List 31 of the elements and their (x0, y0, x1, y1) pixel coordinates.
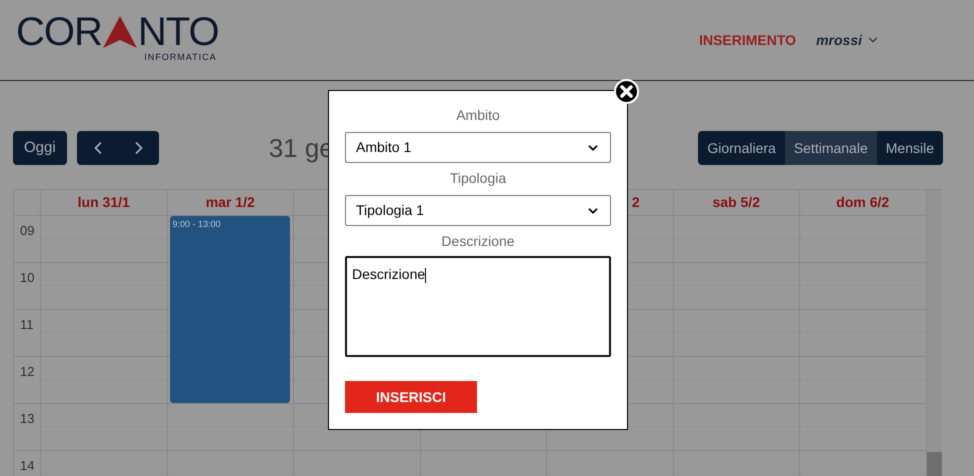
today-button[interactable]: Oggi (13, 131, 67, 165)
logo-triangle-icon (102, 16, 137, 48)
submit-button[interactable]: INSERISCI (345, 381, 477, 413)
hour-label: 12 (20, 364, 34, 379)
hour-label: 13 (20, 411, 34, 426)
field-label: Tipologia (450, 169, 506, 188)
logo-subtitle: INFORMATICA (144, 51, 217, 64)
hour-label: 09 (20, 223, 34, 238)
field-label: Ambito (456, 106, 500, 125)
user-menu[interactable]: mrossi (816, 30, 880, 50)
logo-text: NTO (138, 12, 219, 52)
event-time: 9:00 - 13:00 (172, 218, 222, 231)
select-field[interactable]: Ambito 1 (345, 132, 611, 163)
day-header: lun 31/1 (78, 193, 130, 212)
logo-text: COR (16, 12, 102, 52)
field-label: Descrizione (441, 232, 515, 251)
textarea-field[interactable]: Descrizione (345, 256, 611, 357)
select-field[interactable]: Tipologia 1 (345, 195, 611, 226)
hour-label: 14 (20, 458, 34, 473)
view-tab[interactable]: Mensile (876, 131, 943, 165)
hour-label: 11 (20, 317, 34, 332)
calendar-event[interactable]: 9:00 - 13:00 (170, 216, 290, 403)
view-tab[interactable]: Settimanale (784, 131, 877, 165)
day-header: 2 (632, 193, 640, 212)
hour-label: 10 (20, 270, 34, 285)
day-header: dom 6/2 (836, 193, 890, 212)
day-header: sab 5/2 (712, 193, 760, 212)
close-icon[interactable] (614, 79, 639, 104)
scrollbar[interactable] (926, 190, 942, 476)
view-tab[interactable]: Giornaliera (698, 131, 785, 165)
day-header: mar 1/2 (206, 193, 255, 212)
